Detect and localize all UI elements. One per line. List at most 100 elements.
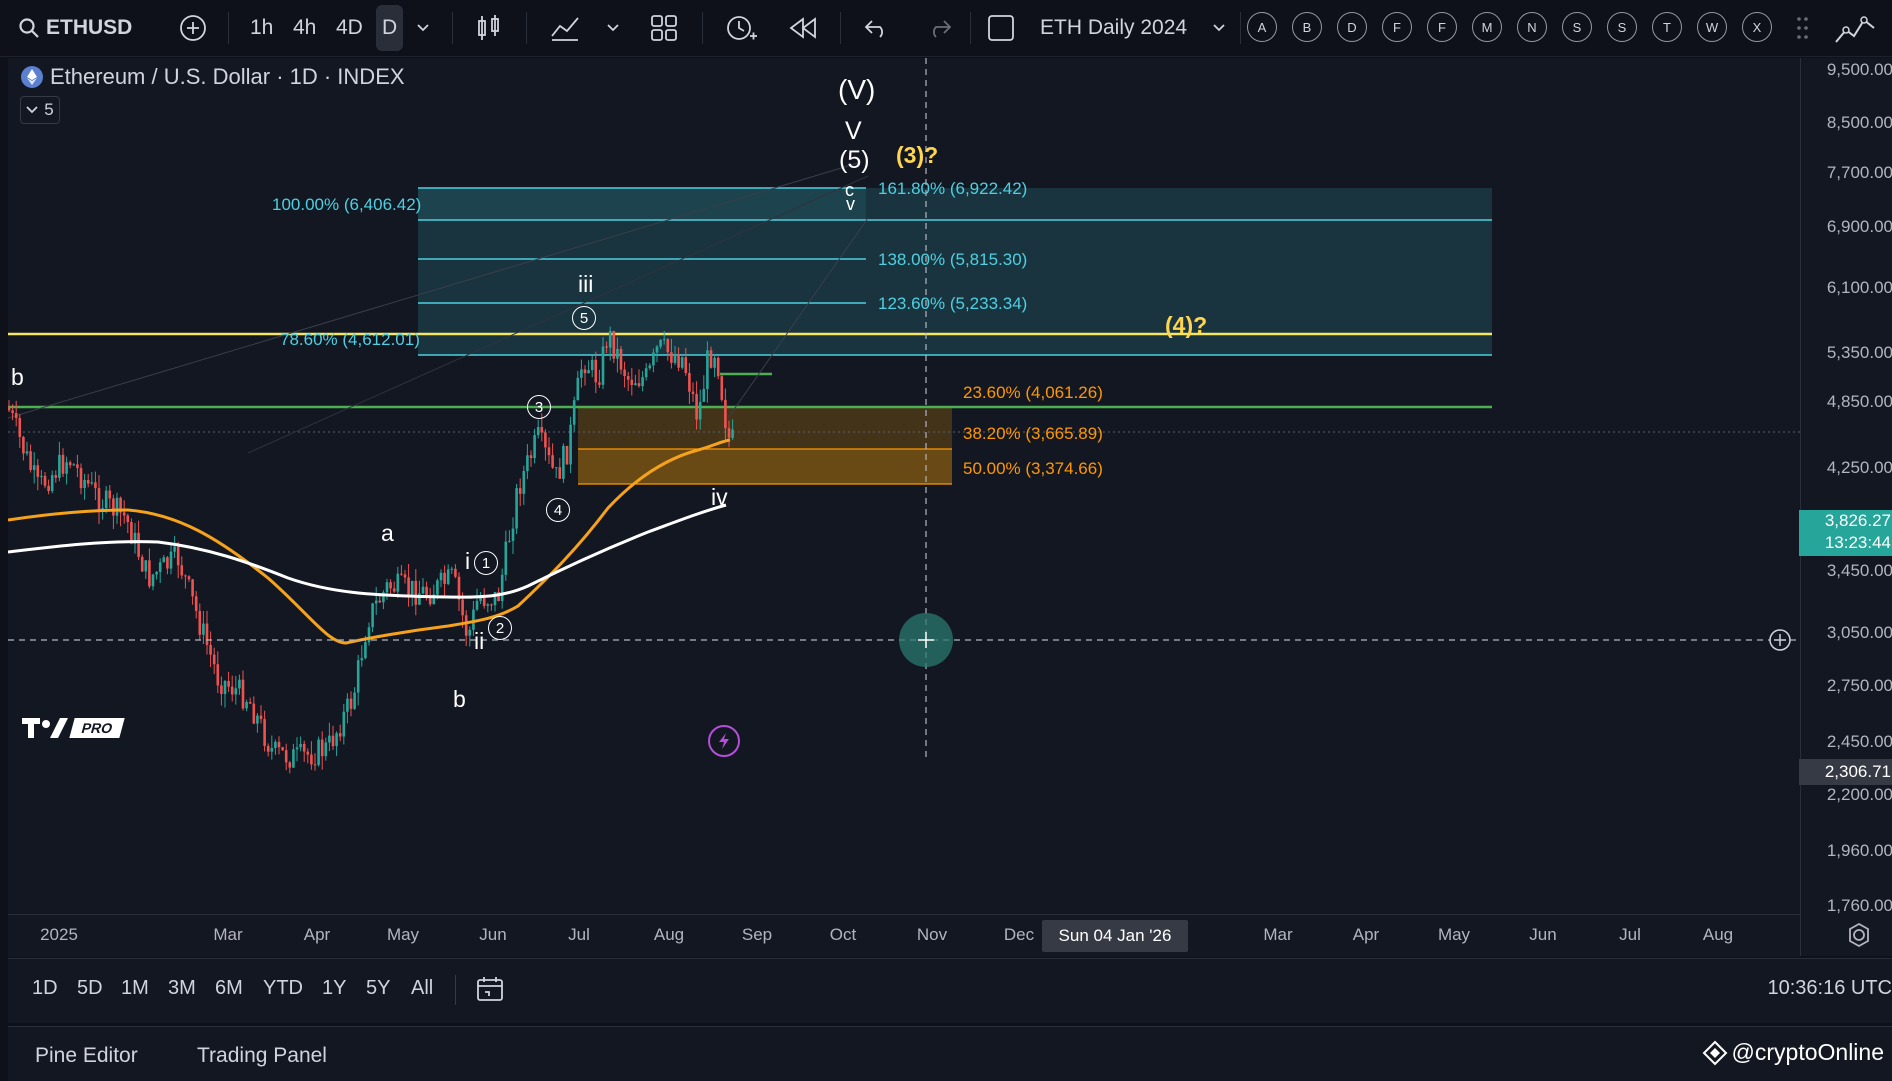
wave-label-3-question: (3)? (896, 142, 939, 168)
candle-body (94, 482, 97, 489)
redo-button[interactable] (926, 0, 952, 56)
timeframe-d[interactable]: D (376, 5, 404, 51)
letter-button-n[interactable]: N (1517, 12, 1547, 42)
letter-button-s2[interactable]: S (1607, 12, 1637, 42)
wave-label-i: i (465, 548, 471, 574)
compare-add-button[interactable] (178, 0, 208, 56)
events-button[interactable] (708, 725, 740, 757)
letter-button-w[interactable]: W (1697, 12, 1727, 42)
range-1m[interactable]: 1M (121, 977, 149, 1000)
price-tick: 2,750.00 (1826, 676, 1892, 695)
candle-body (583, 369, 587, 374)
range-1y[interactable]: 1Y (322, 977, 346, 1000)
candle-body (446, 569, 450, 584)
candle-body (724, 399, 727, 429)
timeframe-4h[interactable]: 4h (293, 0, 316, 56)
symbol-search-button[interactable]: ETHUSD (18, 0, 132, 56)
time-tick: Sep (741, 925, 773, 944)
candle-body (144, 560, 148, 572)
utc-clock[interactable]: 10:36:16 UTC (1767, 977, 1892, 1000)
range-6m[interactable]: 6M (215, 977, 243, 1000)
candle-body (702, 388, 706, 402)
candle-body (522, 471, 526, 494)
time-tick: Apr (1352, 925, 1380, 944)
toolbar-divider (840, 12, 841, 44)
candle-body (569, 424, 572, 465)
letter-button-d[interactable]: D (1337, 12, 1367, 42)
range-ytd[interactable]: YTD (263, 977, 303, 1000)
indicators-dropdown[interactable] (606, 0, 620, 56)
layout-name[interactable]: ETH Daily 2024 (1040, 0, 1187, 56)
layout-save-button[interactable] (986, 0, 1016, 56)
candle-body (385, 582, 389, 593)
indicators-collapse-button[interactable]: 5 (20, 96, 60, 124)
time-axis[interactable]: 2025 Mar Apr May Jun Jul Aug Sep Oct Nov… (8, 914, 1800, 957)
chart-pane[interactable]: Ethereum / U.S. Dollar · 1D · INDEX 5 10… (8, 58, 1800, 914)
candle-body (601, 346, 605, 385)
grid-icon (651, 15, 677, 41)
chart-type-button[interactable] (476, 0, 502, 56)
candle-body (328, 735, 331, 743)
timeframe-1h[interactable]: 1h (250, 0, 273, 56)
go-to-date-button[interactable] (475, 975, 507, 1010)
candle-body (662, 339, 666, 341)
candle-body (706, 350, 709, 389)
candle-body (173, 546, 176, 552)
candle-body (205, 623, 209, 645)
lightning-icon (719, 733, 729, 749)
letter-button-f[interactable]: F (1382, 12, 1412, 42)
toolbar-drag-handle[interactable] (1796, 0, 1810, 56)
candle-body (698, 401, 702, 420)
candle-body (634, 383, 637, 386)
time-tick: 2025 (40, 925, 78, 944)
candle-body (421, 586, 425, 594)
range-1d[interactable]: 1D (32, 977, 58, 1000)
letter-button-b[interactable]: B (1292, 12, 1322, 42)
candle-body (479, 597, 482, 601)
letter-button-x[interactable]: X (1742, 12, 1772, 42)
ethereum-logo-icon (21, 66, 43, 88)
undo-button[interactable] (864, 0, 890, 56)
candle-body (338, 733, 342, 737)
replay-button[interactable] (788, 0, 818, 56)
time-tick: May (386, 925, 420, 944)
candle-body (313, 764, 317, 766)
candle-body (79, 468, 83, 489)
chart-settings-button[interactable] (1844, 920, 1874, 950)
tab-trading-panel[interactable]: Trading Panel (197, 1044, 327, 1068)
candle-body (14, 413, 18, 419)
candle-body (230, 686, 234, 695)
timeframe-dropdown[interactable] (416, 0, 430, 56)
range-all[interactable]: All (411, 977, 433, 1000)
letter-button-a[interactable]: A (1247, 12, 1277, 42)
layout-dropdown[interactable] (1212, 0, 1226, 56)
timeframe-4d[interactable]: 4D (336, 0, 363, 56)
range-5y[interactable]: 5Y (366, 977, 390, 1000)
candle-body (691, 391, 695, 394)
letter-button-s[interactable]: S (1562, 12, 1592, 42)
price-axis[interactable]: 9,500.00 8,500.00 7,700.00 6,900.00 6,10… (1799, 58, 1892, 956)
candle-body (454, 568, 457, 577)
script-button[interactable] (1834, 0, 1880, 56)
add-alert-crosshair-button[interactable] (1768, 628, 1792, 652)
candle-body (22, 436, 25, 454)
candle-body (637, 383, 641, 387)
candle-body (616, 348, 619, 359)
candle-body (371, 603, 374, 628)
candle-body (227, 680, 230, 687)
letter-button-m[interactable]: M (1472, 12, 1502, 42)
letter-button-t[interactable]: T (1652, 12, 1682, 42)
candle-body (317, 739, 320, 765)
alert-button[interactable] (724, 0, 758, 56)
letter-button-f2[interactable]: F (1427, 12, 1457, 42)
candle-body (511, 528, 515, 541)
candle-body (248, 702, 252, 704)
indicators-button[interactable] (550, 0, 580, 56)
range-5d[interactable]: 5D (77, 977, 103, 1000)
toolbar-divider (970, 12, 971, 44)
range-3m[interactable]: 3M (168, 977, 196, 1000)
candle-body (562, 446, 565, 479)
chart-legend[interactable]: Ethereum / U.S. Dollar · 1D · INDEX (20, 64, 405, 90)
tab-pine-editor[interactable]: Pine Editor (35, 1044, 138, 1068)
layouts-button[interactable] (650, 0, 678, 56)
